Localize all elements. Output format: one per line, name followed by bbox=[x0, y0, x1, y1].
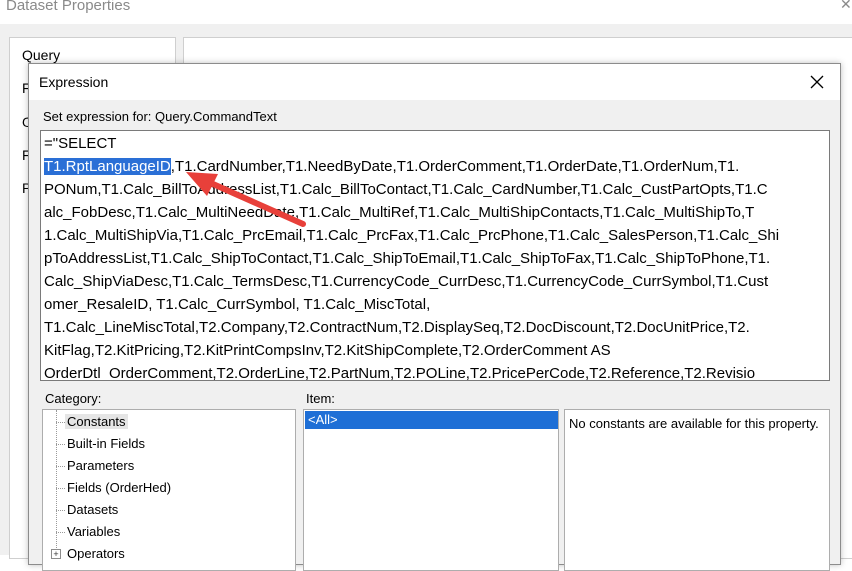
expression-dialog: Expression Set expression for: Query.Com… bbox=[28, 63, 841, 571]
description-text: No constants are available for this prop… bbox=[569, 416, 819, 431]
background-window-titlebar: Dataset Properties ✕ bbox=[0, 0, 852, 24]
item-list[interactable]: <All> bbox=[303, 409, 559, 571]
expression-line: KitFlag,T2.KitPricing,T2.KitPrintCompsIn… bbox=[44, 342, 611, 359]
expression-line: T1.RptLanguageID,T1.CardNumber,T1.NeedBy… bbox=[44, 155, 739, 178]
description-panel: No constants are available for this prop… bbox=[564, 409, 830, 571]
item-label: Item: bbox=[306, 391, 335, 406]
dialog-title: Expression bbox=[39, 74, 109, 90]
background-window-title: Dataset Properties bbox=[6, 0, 131, 14]
expression-line: PONum,T1.Calc_BillToAddressList,T1.Calc_… bbox=[44, 181, 768, 198]
category-item-fields[interactable]: Fields (OrderHed) bbox=[67, 480, 171, 495]
category-item-variables[interactable]: Variables bbox=[67, 524, 120, 539]
expression-line: alc_FobDesc,T1.Calc_MultiNeedDate,T1.Cal… bbox=[44, 204, 755, 221]
dialog-titlebar: Expression bbox=[29, 64, 840, 100]
set-expression-label: Set expression for: Query.CommandText bbox=[43, 109, 277, 124]
tree-connector bbox=[56, 422, 65, 423]
tree-connector bbox=[56, 466, 65, 467]
expression-line: T1.Calc_LineMiscTotal,T2.Company,T2.Cont… bbox=[44, 319, 750, 336]
tree-connector bbox=[56, 488, 65, 489]
expression-line-rest: ,T1.CardNumber,T1.NeedByDate,T1.OrderCom… bbox=[170, 158, 740, 175]
category-item-parameters[interactable]: Parameters bbox=[67, 458, 134, 473]
expression-line: OrderDtl_OrderComment,T2.OrderLine,T2.Pa… bbox=[44, 365, 756, 381]
tree-connector bbox=[56, 410, 57, 558]
background-close-icon[interactable]: ✕ bbox=[840, 0, 852, 13]
nav-item-query[interactable]: Query bbox=[22, 47, 60, 63]
category-tree[interactable]: + Constants Built-in Fields Parameters F… bbox=[42, 409, 296, 571]
category-item-operators[interactable]: Operators bbox=[67, 546, 125, 561]
close-icon[interactable] bbox=[803, 68, 831, 96]
category-item-built-in-fields[interactable]: Built-in Fields bbox=[67, 436, 145, 451]
category-item-datasets[interactable]: Datasets bbox=[67, 502, 118, 517]
category-label: Category: bbox=[45, 391, 102, 406]
expression-line: omer_ResaleID, T1.Calc_CurrSymbol, T1.Ca… bbox=[44, 296, 431, 313]
tree-connector bbox=[56, 444, 65, 445]
selected-text[interactable]: T1.RptLanguageID bbox=[44, 158, 171, 175]
tree-connector bbox=[56, 510, 65, 511]
tree-connector bbox=[56, 532, 65, 533]
expression-line: 1.Calc_MultiShipVia,T1.Calc_PrcEmail,T1.… bbox=[44, 227, 780, 244]
item-all[interactable]: <All> bbox=[305, 411, 558, 429]
category-item-constants[interactable]: Constants bbox=[65, 414, 128, 429]
expression-line: ="SELECT bbox=[44, 135, 117, 152]
expand-plus-icon[interactable]: + bbox=[51, 549, 61, 559]
expression-editor[interactable]: ="SELECT T1.RptLanguageID,T1.CardNumber,… bbox=[40, 130, 830, 381]
expression-line: Calc_ShipViaDesc,T1.Calc_TermsDesc,T1.Cu… bbox=[44, 273, 769, 290]
expression-line: pToAddressList,T1.Calc_ShipToContact,T1.… bbox=[44, 250, 771, 267]
